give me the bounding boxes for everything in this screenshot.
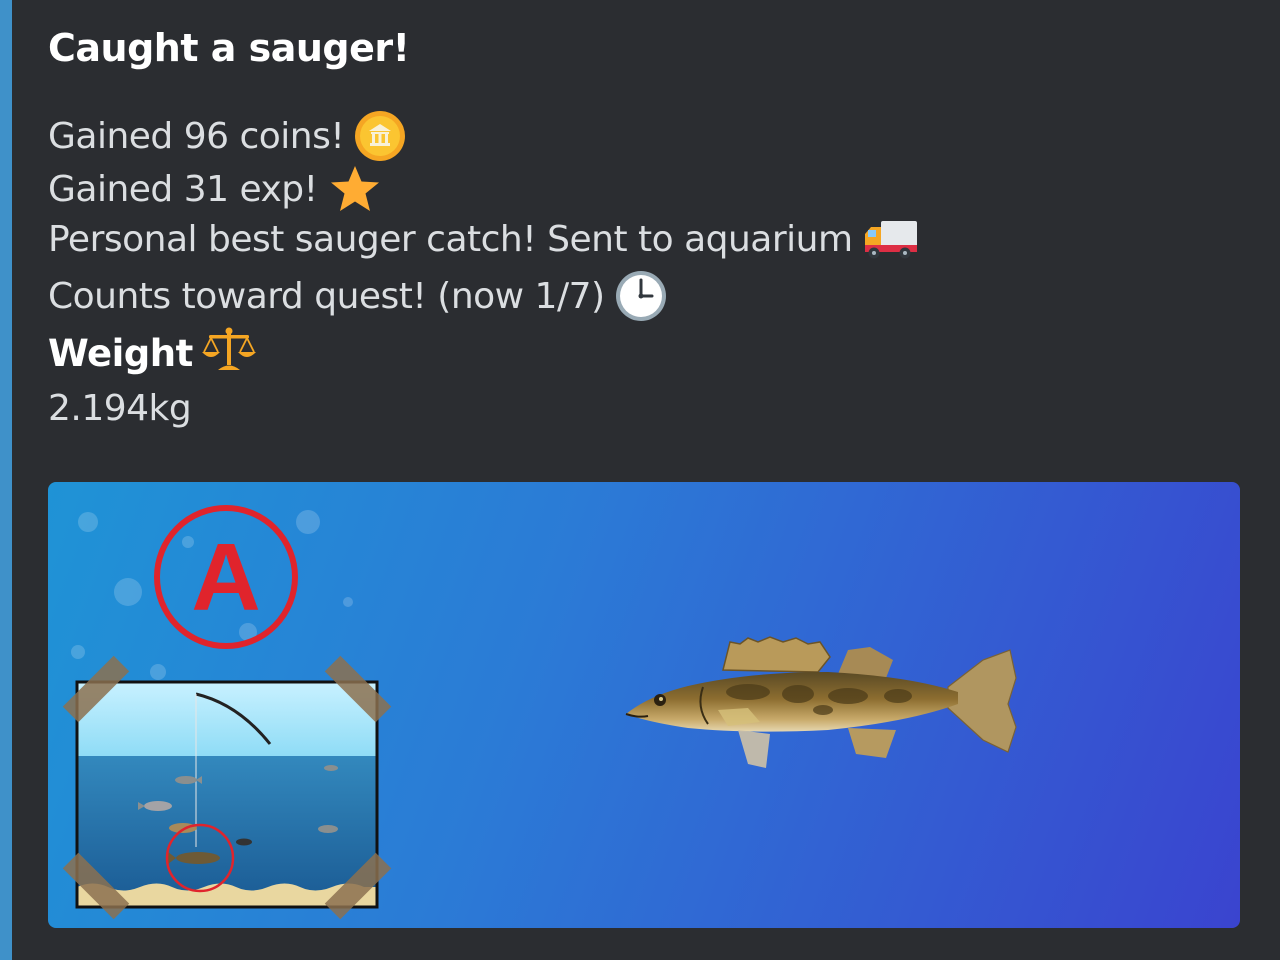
weight-value: 2.194kg xyxy=(48,388,192,429)
truck-icon xyxy=(863,218,919,260)
catch-image[interactable]: A xyxy=(48,482,1240,928)
exp-text: Gained 31 exp! xyxy=(48,168,318,210)
coins-line: Gained 96 coins! xyxy=(48,110,406,162)
quest-text: Counts toward quest! (now 1/7) xyxy=(48,275,605,317)
sauger-fish xyxy=(625,636,1017,768)
fishing-scene-thumbnail xyxy=(62,655,392,920)
aquarium-text: Personal best sauger catch! Sent to aqua… xyxy=(48,218,853,260)
aquarium-line: Personal best sauger catch! Sent to aqua… xyxy=(48,218,919,260)
exp-line: Gained 31 exp! xyxy=(48,164,382,214)
badge-letter: A xyxy=(191,524,260,631)
coin-icon xyxy=(354,110,406,162)
embed-title: Caught a sauger! xyxy=(48,26,410,70)
weight-label: Weight xyxy=(48,332,193,375)
scales-icon xyxy=(201,326,257,381)
quest-line: Counts toward quest! (now 1/7) xyxy=(48,270,667,322)
coins-text: Gained 96 coins! xyxy=(48,115,345,157)
star-icon xyxy=(328,164,382,214)
embed-accent-bar xyxy=(0,0,12,960)
badge-a: A xyxy=(154,505,298,649)
clock-icon xyxy=(615,270,667,322)
weight-field-name: Weight xyxy=(48,326,257,381)
